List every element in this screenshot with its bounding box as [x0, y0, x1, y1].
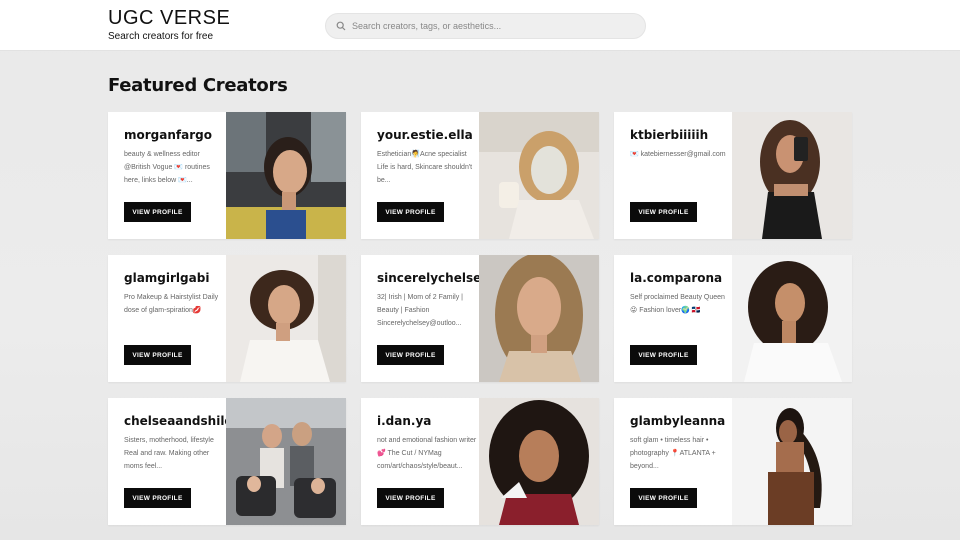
view-profile-button[interactable]: VIEW PROFILE: [124, 202, 191, 222]
creator-handle[interactable]: ktbierbiiiiih: [630, 128, 732, 142]
search-bar[interactable]: [325, 13, 646, 39]
creator-handle[interactable]: chelseaandshiloh: [124, 414, 241, 428]
creator-card[interactable]: i.dan.ya not and emotional fashion write…: [361, 398, 599, 525]
creator-photo[interactable]: [732, 255, 852, 382]
card-body: glambyleanna soft glam • timeless hair •…: [614, 398, 732, 525]
creator-photo[interactable]: [479, 398, 599, 525]
creator-photo[interactable]: [226, 255, 346, 382]
creator-card[interactable]: glamgirlgabi Pro Makeup & Hairstylist Da…: [108, 255, 346, 382]
creator-card[interactable]: your.estie.ella Esthetician🧖Acne special…: [361, 112, 599, 239]
creator-handle[interactable]: your.estie.ella: [377, 128, 479, 142]
brand[interactable]: UGC VERSE Search creators for free: [108, 7, 230, 42]
creator-card[interactable]: glambyleanna soft glam • timeless hair •…: [614, 398, 852, 525]
creator-card[interactable]: la.comparona Self proclaimed Beauty Quee…: [614, 255, 852, 382]
view-profile-button[interactable]: VIEW PROFILE: [630, 202, 697, 222]
card-body: ktbierbiiiiih 💌 katebiernesser@gmail.com…: [614, 112, 732, 239]
view-profile-button[interactable]: VIEW PROFILE: [124, 488, 191, 508]
creator-bio: Pro Makeup & Hairstylist Daily dose of g…: [124, 294, 219, 314]
top-header: UGC VERSE Search creators for free: [0, 0, 960, 51]
site-title[interactable]: UGC VERSE: [108, 7, 230, 29]
card-body: i.dan.ya not and emotional fashion write…: [361, 398, 479, 525]
creator-photo[interactable]: [226, 112, 346, 239]
creator-photo[interactable]: [479, 255, 599, 382]
creator-photo[interactable]: [226, 398, 346, 525]
creator-photo[interactable]: [732, 398, 852, 525]
creator-grid: morganfargo beauty & wellness editor @Br…: [108, 112, 852, 525]
creator-handle[interactable]: i.dan.ya: [377, 414, 479, 428]
card-body: your.estie.ella Esthetician🧖Acne special…: [361, 112, 479, 239]
creator-handle[interactable]: sincerelychelsey: [377, 271, 489, 285]
creator-card[interactable]: sincerelychelsey 32| Irish | Mom of 2 Fa…: [361, 255, 599, 382]
creator-card[interactable]: ktbierbiiiiih 💌 katebiernesser@gmail.com…: [614, 112, 852, 239]
creator-handle[interactable]: la.comparona: [630, 271, 732, 285]
site-tagline: Search creators for free: [108, 31, 214, 42]
card-body: chelseaandshiloh Sisters, motherhood, li…: [108, 398, 241, 525]
view-profile-button[interactable]: VIEW PROFILE: [377, 202, 444, 222]
creator-bio: Esthetician🧖Acne specialist Life is hard…: [377, 151, 473, 184]
creator-bio: soft glam • timeless hair • photography …: [630, 437, 716, 470]
section-title: Featured Creators: [108, 75, 288, 96]
view-profile-button[interactable]: VIEW PROFILE: [377, 488, 444, 508]
creator-bio: 32| Irish | Mom of 2 Family | Beauty | F…: [377, 294, 463, 327]
creator-bio: beauty & wellness editor @British Vogue …: [124, 151, 210, 184]
creator-card[interactable]: morganfargo beauty & wellness editor @Br…: [108, 112, 346, 239]
creator-photo[interactable]: [732, 112, 852, 239]
creator-photo[interactable]: [479, 112, 599, 239]
card-body: morganfargo beauty & wellness editor @Br…: [108, 112, 226, 239]
view-profile-button[interactable]: VIEW PROFILE: [377, 345, 444, 365]
card-body: glamgirlgabi Pro Makeup & Hairstylist Da…: [108, 255, 226, 382]
creator-bio: Self proclaimed Beauty Queen😜 Fashion lo…: [630, 294, 725, 314]
card-body: la.comparona Self proclaimed Beauty Quee…: [614, 255, 732, 382]
search-icon: [336, 21, 346, 31]
creator-card[interactable]: chelseaandshiloh Sisters, motherhood, li…: [108, 398, 346, 525]
creator-bio: Sisters, motherhood, lifestyle Real and …: [124, 437, 214, 470]
creator-handle[interactable]: morganfargo: [124, 128, 226, 142]
creator-bio: not and emotional fashion writer 💕 The C…: [377, 437, 477, 470]
view-profile-button[interactable]: VIEW PROFILE: [630, 345, 697, 365]
card-body: sincerelychelsey 32| Irish | Mom of 2 Fa…: [361, 255, 489, 382]
creator-handle[interactable]: glambyleanna: [630, 414, 732, 428]
view-profile-button[interactable]: VIEW PROFILE: [124, 345, 191, 365]
creator-handle[interactable]: glamgirlgabi: [124, 271, 226, 285]
creator-bio: 💌 katebiernesser@gmail.com: [630, 151, 726, 158]
view-profile-button[interactable]: VIEW PROFILE: [630, 488, 697, 508]
search-input[interactable]: [352, 21, 632, 31]
